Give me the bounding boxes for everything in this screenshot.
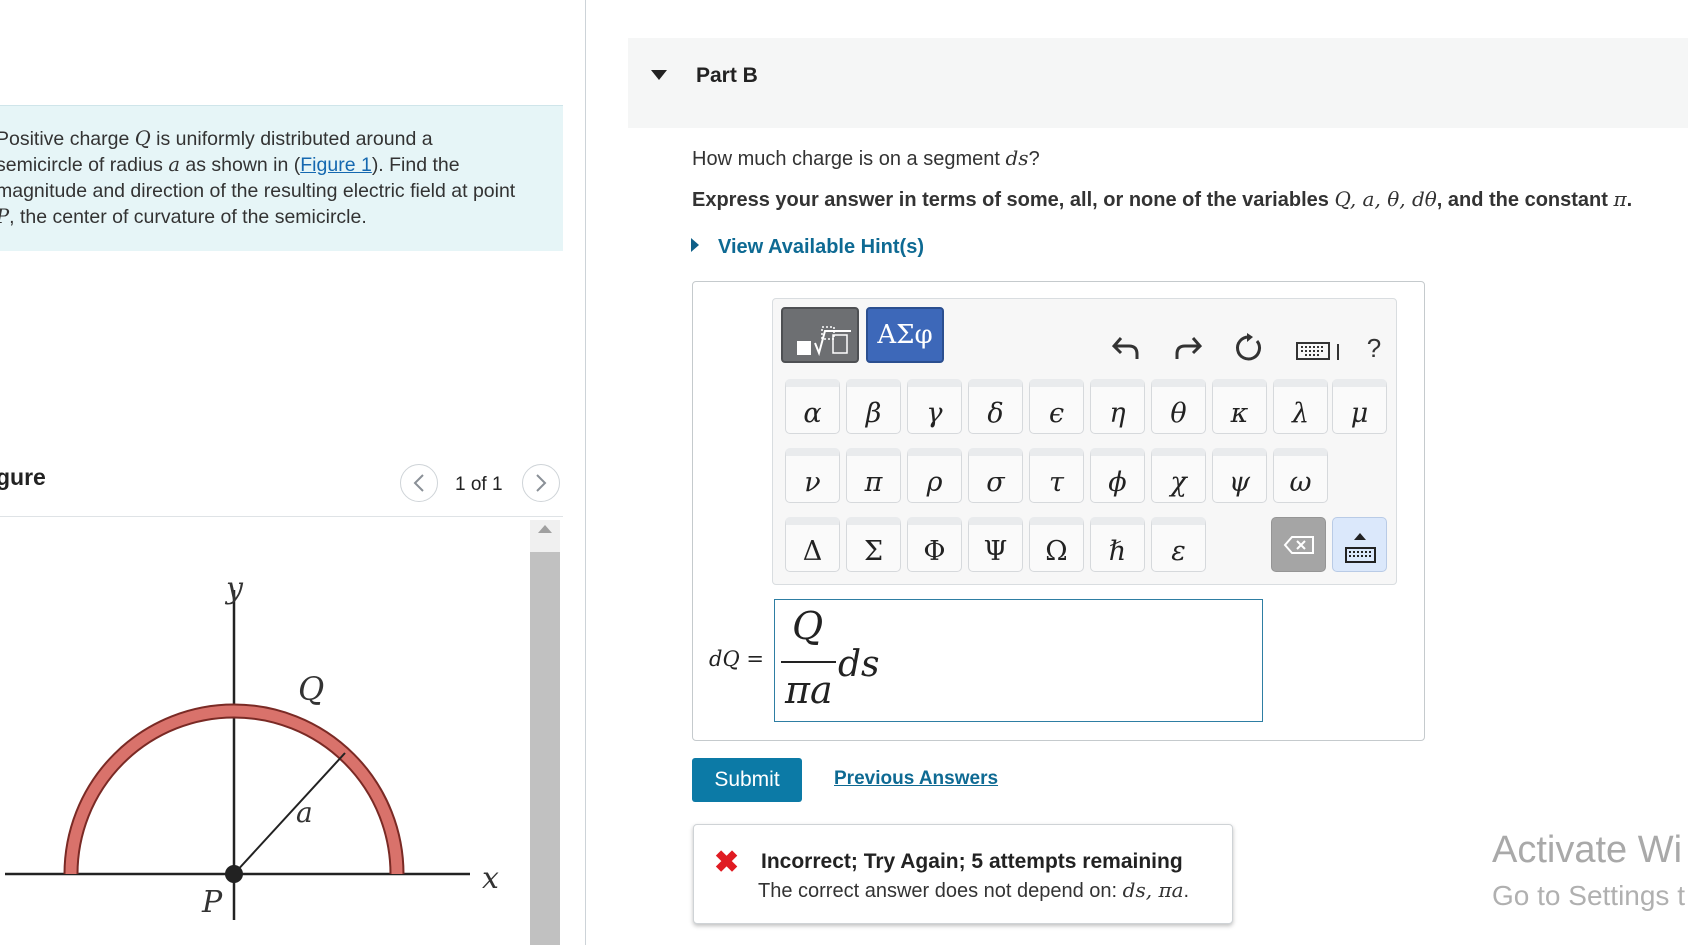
key-phi[interactable]: ϕ: [1090, 448, 1145, 503]
key-capital-omega[interactable]: Ω: [1029, 517, 1084, 572]
problem-text-1: Positive charge: [0, 128, 135, 150]
label-y: y: [224, 571, 244, 606]
submit-button[interactable]: Submit: [692, 758, 802, 802]
feedback-box: [693, 824, 1233, 924]
key-rho[interactable]: ρ: [907, 448, 962, 503]
key-alpha[interactable]: α: [785, 379, 840, 434]
key-pi[interactable]: π: [846, 448, 901, 503]
question-text-2: ?: [1028, 148, 1040, 170]
answer-denominator: πa: [785, 668, 833, 712]
key-varepsilon[interactable]: ε: [1151, 517, 1206, 572]
left-panel: Positive charge Q is uniformly distribut…: [0, 0, 586, 945]
keyboard-icon: [1345, 533, 1376, 563]
toggle-keyboard-key[interactable]: [1332, 517, 1387, 572]
key-capital-psi[interactable]: Ψ: [968, 517, 1023, 572]
part-title: Part B: [696, 64, 758, 87]
redo-icon[interactable]: [1168, 328, 1208, 368]
semicircle-figure: y x Q a P: [5, 571, 499, 920]
instructions-text-3: .: [1626, 189, 1633, 211]
question-text: How much charge is on a segment ds?: [692, 146, 1040, 171]
reset-icon[interactable]: [1229, 328, 1269, 368]
key-omega[interactable]: ω: [1273, 448, 1328, 503]
help-button[interactable]: ?: [1354, 328, 1394, 368]
var-a: a: [168, 153, 180, 176]
feedback-detail-text: The correct answer does not depend on:: [758, 880, 1123, 902]
feedback-detail: The correct answer does not depend on: d…: [758, 878, 1189, 903]
key-epsilon[interactable]: ϵ: [1029, 379, 1084, 434]
chevron-left-icon: [413, 474, 424, 492]
undo-icon[interactable]: [1106, 328, 1146, 368]
key-gamma[interactable]: γ: [907, 379, 962, 434]
radius-line: [233, 752, 346, 875]
key-beta[interactable]: β: [846, 379, 901, 434]
triangle-up-icon: [538, 525, 552, 533]
point-P: [225, 865, 243, 883]
key-lambda[interactable]: λ: [1273, 379, 1328, 434]
instructions-text: Express your answer in terms of some, al…: [692, 187, 1632, 212]
incorrect-x-icon: ✖: [714, 846, 740, 879]
answer-label: dQ =: [709, 647, 764, 671]
feedback-title: Incorrect; Try Again; 5 attempts remaini…: [761, 850, 1183, 873]
backspace-key[interactable]: [1271, 517, 1326, 572]
key-mu[interactable]: μ: [1332, 379, 1387, 434]
key-kappa[interactable]: κ: [1212, 379, 1267, 434]
figure-counter: 1 of 1: [455, 474, 503, 495]
answer-numerator: Q: [792, 604, 824, 648]
key-capital-phi[interactable]: Φ: [907, 517, 962, 572]
next-figure-button[interactable]: [522, 464, 560, 502]
label-Q: Q: [298, 670, 324, 708]
feedback-detail-vars: ds, πa: [1122, 878, 1184, 902]
problem-text-3: as shown in (: [179, 154, 301, 176]
prev-figure-button[interactable]: [400, 464, 438, 502]
key-capital-delta[interactable]: Δ: [785, 517, 840, 572]
key-delta[interactable]: δ: [968, 379, 1023, 434]
question-var: ds: [1005, 146, 1029, 170]
var-P: P: [0, 205, 9, 228]
instructions-text-1: Express your answer in terms of some, al…: [692, 189, 1335, 211]
key-sigma[interactable]: σ: [968, 448, 1023, 503]
chevron-right-icon: [536, 474, 547, 492]
label-a: a: [296, 796, 313, 829]
key-theta[interactable]: θ: [1151, 379, 1206, 434]
problem-statement-box: Positive charge Q is uniformly distribut…: [0, 105, 563, 251]
activate-windows-watermark: Activate Wi: [1492, 829, 1683, 871]
key-capital-sigma[interactable]: Σ: [846, 517, 901, 572]
label-x: x: [482, 861, 499, 896]
collapse-caret-icon[interactable]: [650, 68, 668, 86]
hint-caret-icon[interactable]: [690, 237, 700, 257]
key-nu[interactable]: ν: [785, 448, 840, 503]
key-chi[interactable]: χ: [1151, 448, 1206, 503]
answer-after-fraction: ds: [838, 644, 880, 685]
label-P: P: [201, 885, 223, 920]
previous-answers-link[interactable]: Previous Answers: [834, 768, 998, 790]
figure-link[interactable]: Figure 1: [300, 154, 372, 176]
key-tau[interactable]: τ: [1029, 448, 1084, 503]
part-header[interactable]: [628, 38, 1688, 128]
activate-windows-settings-hint: Go to Settings t: [1492, 880, 1685, 911]
feedback-detail-end: .: [1183, 880, 1190, 902]
fraction-bar: [781, 661, 836, 663]
problem-text-5: , the center of curvature of the semicir…: [9, 206, 367, 228]
instructions-text-2: , and the constant: [1436, 189, 1614, 211]
scroll-up-arrow[interactable]: [530, 524, 560, 548]
keyboard-shortcuts-icon[interactable]: [1293, 330, 1345, 370]
question-text-1: How much charge is on a segment: [692, 148, 1006, 170]
instructions-const: π: [1613, 187, 1627, 211]
view-hints-link[interactable]: View Available Hint(s): [718, 236, 924, 259]
templates-tab-button[interactable]: [781, 307, 859, 363]
key-hbar[interactable]: ℏ: [1090, 517, 1145, 572]
templates-icon: [797, 326, 851, 357]
key-eta[interactable]: η: [1090, 379, 1145, 434]
backspace-icon: [1283, 535, 1314, 554]
greek-tab-button[interactable]: ΑΣφ: [866, 307, 944, 363]
problem-statement: Positive charge Q is uniformly distribut…: [0, 126, 516, 230]
key-psi[interactable]: ψ: [1212, 448, 1267, 503]
figure-scrollbar-thumb[interactable]: [530, 552, 560, 945]
var-Q: Q: [134, 127, 151, 150]
figure-divider: [0, 516, 563, 517]
figure-heading: gure: [0, 464, 46, 490]
instructions-vars: Q, a, θ, dθ: [1334, 187, 1437, 211]
